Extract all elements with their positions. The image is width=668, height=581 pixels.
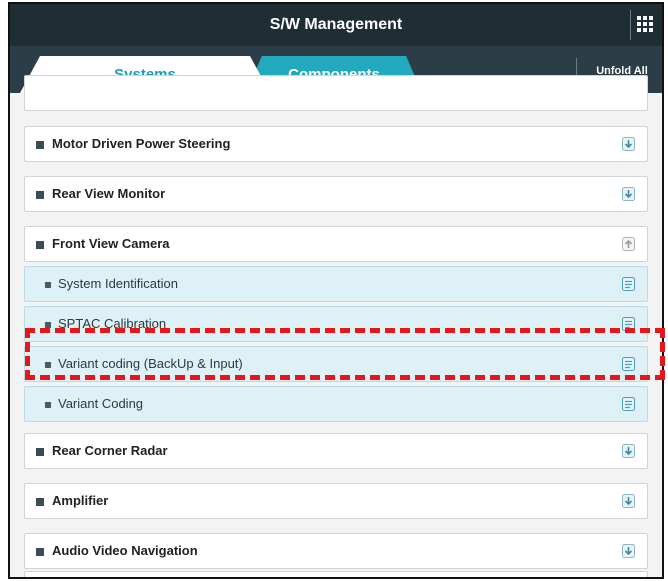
expand-icon[interactable] <box>622 444 635 458</box>
list-item-function[interactable]: SPTAC Calibration <box>24 306 648 342</box>
list-item-label: Motor Driven Power Steering <box>52 136 231 151</box>
title-bar: S/W Management <box>10 4 662 46</box>
bullet-icon <box>45 322 51 328</box>
list-item-label: Variant Coding <box>58 396 144 411</box>
list-item-label: System Identification <box>58 276 178 291</box>
bullet-icon <box>45 282 51 288</box>
list-item-partial <box>24 75 648 111</box>
list-item-label: SPTAC Calibration <box>58 316 167 331</box>
expand-icon[interactable] <box>622 137 635 151</box>
expand-icon[interactable] <box>622 544 635 558</box>
expand-icon[interactable] <box>622 494 635 508</box>
bullet-icon <box>36 448 44 456</box>
title-divider <box>630 10 631 40</box>
page-title: S/W Management <box>269 16 403 33</box>
document-icon[interactable] <box>622 357 635 371</box>
list-item-system[interactable]: Amplifier <box>24 483 648 519</box>
list-item-system[interactable]: Rear View Monitor <box>24 176 648 212</box>
list-item-label: Front View Camera <box>52 236 170 251</box>
system-list: Motor Driven Power Steering Rear View Mo… <box>10 75 662 577</box>
grid-menu-icon[interactable] <box>637 16 655 34</box>
list-item-system[interactable]: Rear Corner Radar <box>24 433 648 469</box>
expand-icon[interactable] <box>622 187 635 201</box>
list-item-system-expanded[interactable]: Front View Camera <box>24 226 648 262</box>
bullet-icon <box>45 362 51 368</box>
list-item-label: Variant coding (BackUp & Input) <box>58 356 243 371</box>
bullet-icon <box>36 241 44 249</box>
bullet-icon <box>36 548 44 556</box>
list-item-label: Audio Video Navigation <box>52 543 198 558</box>
app-screen: S/W Management Components Systems Unfold… <box>8 2 664 579</box>
list-item-function[interactable]: System Identification <box>24 266 648 302</box>
bullet-icon <box>36 191 44 199</box>
list-item-partial <box>24 571 648 577</box>
bullet-icon <box>36 141 44 149</box>
list-item-system[interactable]: Audio Video Navigation <box>24 533 648 569</box>
list-item-label: Amplifier <box>52 493 109 508</box>
document-icon[interactable] <box>622 397 635 411</box>
list-item-system[interactable]: Motor Driven Power Steering <box>24 126 648 162</box>
list-item-function[interactable]: Variant Coding <box>24 386 648 422</box>
document-icon[interactable] <box>622 277 635 291</box>
bullet-icon <box>36 498 44 506</box>
bullet-icon <box>45 402 51 408</box>
collapse-icon[interactable] <box>622 237 635 251</box>
list-item-label: Rear View Monitor <box>52 186 166 201</box>
list-item-label: Rear Corner Radar <box>52 443 168 458</box>
document-icon[interactable] <box>622 317 635 331</box>
list-item-function-highlighted[interactable]: Variant coding (BackUp & Input) <box>24 346 648 382</box>
